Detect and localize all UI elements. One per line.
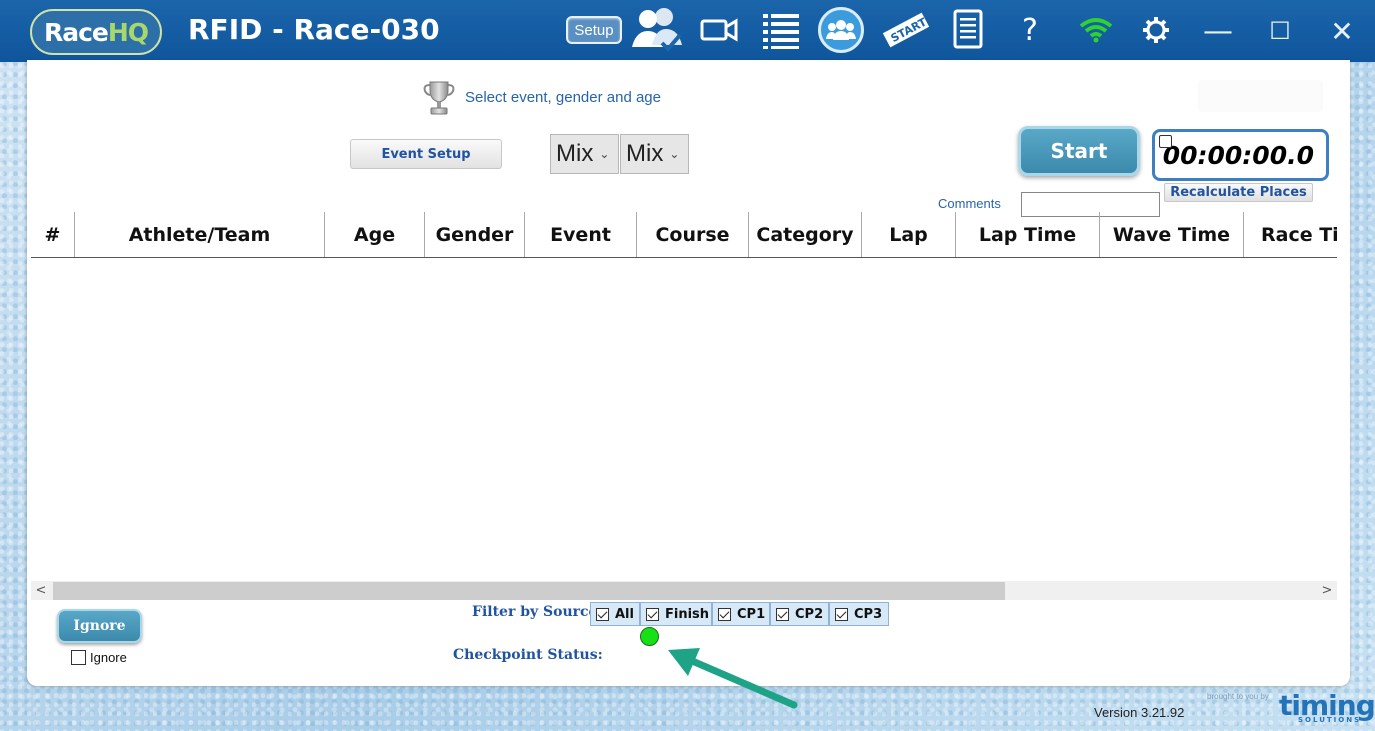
gender-select[interactable]: Mix ⌄	[550, 134, 619, 174]
checkpoint-status-dot	[640, 627, 659, 646]
minimize-button[interactable]: —	[1198, 12, 1238, 50]
start-button[interactable]: Start	[1018, 126, 1140, 176]
version-label: Version 3.21.92	[1094, 705, 1185, 720]
checkbox-checked-icon	[776, 607, 789, 621]
age-select[interactable]: Mix ⌄	[620, 134, 689, 174]
brought-by-label: brought to you by	[1207, 692, 1269, 701]
column-header-wave-time[interactable]: Wave Time	[1100, 212, 1244, 257]
timing-solutions-sub: SOLUTIONS	[1298, 716, 1362, 724]
column-header-race-time[interactable]: Race Ti	[1244, 212, 1337, 257]
scroll-left-icon[interactable]: <	[31, 581, 51, 600]
filter-by-source-label: Filter by Source:	[472, 604, 603, 620]
column-header-lap-time[interactable]: Lap Time	[956, 212, 1100, 257]
column-header-lap[interactable]: Lap	[862, 212, 956, 257]
gender-select-value: Mix	[556, 140, 594, 167]
annotation-arrow-icon	[668, 648, 798, 709]
teams-icon[interactable]	[818, 7, 864, 53]
filter-source-cp1[interactable]: CP1	[712, 602, 770, 626]
column-header-athlete[interactable]: Athlete/Team	[75, 212, 325, 257]
filter-source-label: All	[615, 606, 634, 622]
chevron-down-icon: ⌄	[669, 147, 680, 161]
chevron-down-icon: ⌄	[599, 147, 610, 161]
filter-source-all[interactable]: All	[590, 602, 640, 626]
checkbox-checked-icon	[596, 607, 609, 621]
age-select-value: Mix	[626, 140, 664, 167]
event-setup-button[interactable]: Event Setup	[350, 139, 502, 169]
clock-checkbox[interactable]	[1159, 135, 1172, 148]
filter-source-label: CP3	[854, 606, 883, 622]
select-event-hint: Select event, gender and age	[465, 89, 661, 106]
trophy-icon	[423, 81, 455, 115]
filter-source-cp3[interactable]: CP3	[829, 602, 889, 626]
filter-source-label: Finish	[665, 606, 710, 622]
title-bar: Race HQ RFID - Race-030 Setup START ? — …	[0, 0, 1375, 62]
maximize-button[interactable]: ☐	[1260, 12, 1300, 50]
logo-race-text: Race	[43, 17, 109, 47]
column-header-event[interactable]: Event	[525, 212, 637, 257]
close-button[interactable]: ✕	[1322, 12, 1362, 50]
scrollbar-thumb[interactable]	[53, 582, 1005, 600]
blank-area	[1198, 80, 1323, 112]
filter-source-finish[interactable]: Finish	[640, 602, 712, 626]
ignore-checkbox[interactable]	[71, 650, 86, 665]
start-flag-icon[interactable]: START	[880, 8, 932, 52]
horizontal-scrollbar[interactable]: < >	[31, 581, 1337, 600]
video-camera-icon[interactable]	[698, 8, 740, 52]
column-header-number[interactable]: #	[31, 212, 75, 257]
settings-icon[interactable]	[1136, 8, 1176, 52]
filter-source-label: CP1	[737, 606, 766, 622]
help-icon[interactable]: ?	[1012, 8, 1048, 52]
checkpoint-status-label: Checkpoint Status:	[453, 647, 603, 663]
setup-button[interactable]: Setup	[566, 16, 622, 44]
ignore-button[interactable]: Ignore	[57, 609, 142, 643]
logo-hq-text: HQ	[107, 17, 149, 47]
document-icon[interactable]	[948, 8, 988, 52]
recalculate-places-button[interactable]: Recalculate Places	[1164, 183, 1313, 202]
results-table-header: # Athlete/Team Age Gender Event Course C…	[31, 212, 1337, 258]
list-icon[interactable]	[758, 8, 804, 52]
column-header-category[interactable]: Category	[749, 212, 862, 257]
racehq-logo: Race HQ	[30, 9, 162, 55]
race-clock: 00:00:00.0	[1152, 129, 1329, 181]
checkbox-checked-icon	[718, 607, 731, 621]
athletes-icon[interactable]	[628, 8, 686, 52]
checkbox-checked-icon	[646, 607, 659, 621]
help-glyph: ?	[1022, 12, 1038, 48]
filter-source-label: CP2	[795, 606, 824, 622]
column-header-course[interactable]: Course	[637, 212, 749, 257]
column-header-age[interactable]: Age	[325, 212, 425, 257]
wifi-icon[interactable]	[1076, 8, 1116, 52]
scroll-right-icon[interactable]: >	[1317, 581, 1337, 600]
setup-label: Setup	[574, 21, 614, 39]
checkbox-checked-icon	[835, 607, 848, 621]
app-title: RFID - Race-030	[188, 13, 440, 46]
ignore-checkbox-label: Ignore	[90, 650, 127, 665]
column-header-gender[interactable]: Gender	[425, 212, 525, 257]
filter-source-cp2[interactable]: CP2	[770, 602, 829, 626]
comments-label: Comments	[938, 196, 1001, 211]
